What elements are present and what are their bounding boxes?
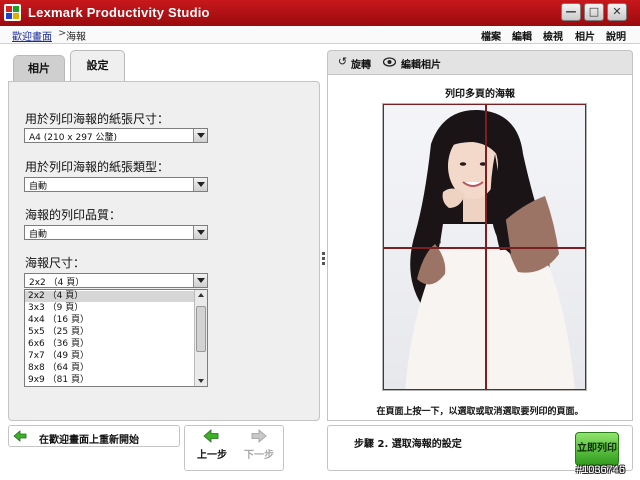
poster-photo-preview[interactable]	[382, 103, 587, 391]
scroll-up-icon[interactable]	[195, 290, 207, 300]
list-item[interactable]: 2x2 （4 頁）	[25, 291, 195, 302]
menu-view[interactable]: 檢視	[543, 28, 563, 43]
print-now-button[interactable]: 立即列印	[575, 432, 619, 466]
menu-photo[interactable]: 相片	[575, 28, 595, 43]
print-quality-select[interactable]: 自動	[24, 225, 208, 240]
list-item[interactable]: 6x6 （36 頁）	[25, 339, 195, 350]
list-item[interactable]: 4x4 （16 頁）	[25, 315, 195, 326]
breadcrumb-home-link[interactable]: 歡迎畫面	[12, 28, 52, 43]
poster-size-label: 海報尺寸：	[25, 256, 86, 270]
preview-title: 列印多頁的海報	[445, 89, 515, 100]
back-arrow-icon	[13, 430, 27, 442]
scrollbar-thumb[interactable]	[196, 306, 206, 352]
print-quality-value: 自動	[29, 230, 48, 240]
title-bar: Lexmark Productivity Studio — □ ✕	[0, 0, 640, 26]
menu-bar: 歡迎畫面 > 海報 檔案 編輯 檢視 相片 說明	[0, 26, 640, 44]
menu-edit[interactable]: 編輯	[512, 28, 532, 43]
paper-type-label: 用於列印海報的紙張類型：	[25, 160, 170, 174]
paper-size-label: 用於列印海報的紙張尺寸：	[25, 112, 170, 126]
edit-photo-button[interactable]: 編輯相片	[401, 56, 441, 71]
poster-grid-horizontal-line	[383, 247, 586, 249]
list-scrollbar[interactable]	[194, 290, 207, 386]
list-item[interactable]: 3x3 （9 頁）	[25, 303, 195, 314]
step-navigation: 上一步 下一步	[184, 425, 284, 471]
next-arrow-icon[interactable]	[251, 429, 267, 443]
list-item[interactable]: 5x5 （25 頁）	[25, 327, 195, 338]
paper-size-select[interactable]: A4 (210 x 297 公釐)	[24, 128, 208, 143]
preview-toolbar: ↺ 旋轉 編輯相片	[327, 50, 633, 74]
preview-hint: 在頁面上按一下，以選取或取消選取要列印的頁面。	[376, 407, 584, 417]
tab-photo[interactable]: 相片	[13, 55, 65, 82]
restart-label: 在歡迎畫面上重新開始	[39, 435, 139, 446]
watermark-text: #1036746	[576, 464, 625, 476]
tab-settings[interactable]: 設定	[70, 50, 125, 82]
prev-button[interactable]: 上一步	[197, 446, 227, 461]
minimize-button[interactable]: —	[561, 3, 581, 21]
poster-size-value: 2x2 （4 頁）	[29, 278, 85, 288]
paper-type-select[interactable]: 自動	[24, 177, 208, 192]
panel-splitter-handle[interactable]	[321, 250, 326, 270]
next-button[interactable]: 下一步	[244, 446, 274, 461]
restart-button[interactable]: 在歡迎畫面上重新開始	[8, 425, 180, 447]
poster-size-select[interactable]: 2x2 （4 頁）	[24, 273, 208, 288]
list-item[interactable]: 7x7 （49 頁）	[25, 351, 195, 362]
prev-arrow-icon[interactable]	[203, 429, 219, 443]
paper-type-value: 自動	[29, 182, 48, 192]
window-title: Lexmark Productivity Studio	[28, 5, 210, 20]
list-item[interactable]: 9x9 （81 頁）	[25, 375, 195, 386]
list-item[interactable]: 8x8 （64 頁）	[25, 363, 195, 374]
chevron-down-icon[interactable]	[193, 274, 207, 287]
chevron-down-icon[interactable]	[193, 178, 207, 191]
chevron-down-icon[interactable]	[193, 226, 207, 239]
print-quality-label: 海報的列印品質：	[25, 208, 122, 222]
menu-help[interactable]: 說明	[606, 28, 626, 43]
poster-size-dropdown-list[interactable]: 2x2 （4 頁） 3x3 （9 頁） 4x4 （16 頁） 5x5 （25 頁…	[24, 289, 208, 387]
maximize-button[interactable]: □	[584, 3, 604, 21]
chevron-down-icon[interactable]	[193, 129, 207, 142]
rotate-button[interactable]: 旋轉	[351, 56, 371, 71]
menu-file[interactable]: 檔案	[481, 28, 501, 43]
eye-icon[interactable]	[382, 56, 397, 68]
step-label: 步驟 2. 選取海報的設定	[354, 439, 462, 450]
breadcrumb-current: 海報	[66, 32, 86, 43]
close-button[interactable]: ✕	[607, 3, 627, 21]
app-logo-icon	[4, 4, 21, 21]
paper-size-value: A4 (210 x 297 公釐)	[29, 133, 118, 143]
scroll-down-icon[interactable]	[195, 376, 207, 386]
rotate-icon[interactable]: ↺	[336, 56, 349, 68]
